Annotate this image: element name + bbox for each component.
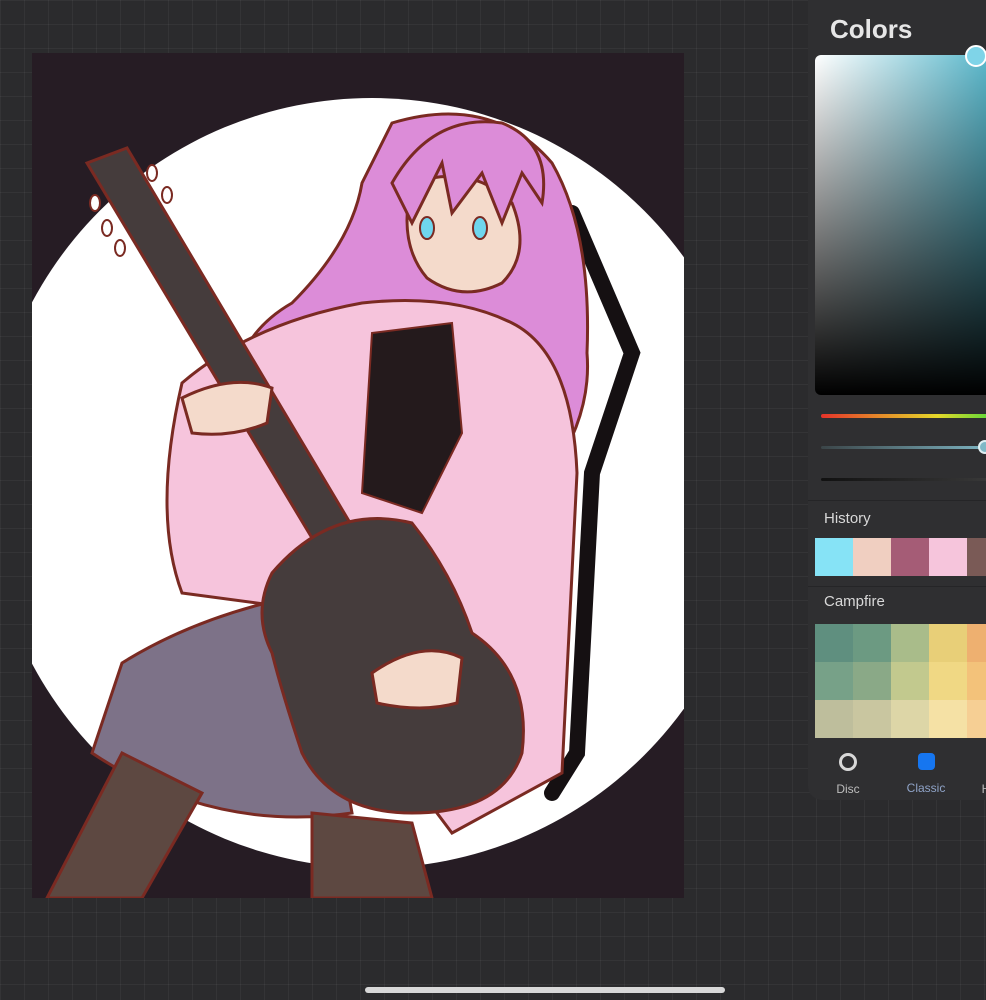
mode-classic[interactable]: Classic bbox=[896, 748, 956, 795]
palette-swatch[interactable] bbox=[853, 624, 891, 662]
history-swatch[interactable] bbox=[929, 538, 967, 576]
palette-swatch[interactable] bbox=[891, 700, 929, 738]
home-indicator[interactable] bbox=[365, 987, 725, 993]
palette-swatch[interactable] bbox=[853, 662, 891, 700]
palette-swatch[interactable] bbox=[815, 662, 853, 700]
right-leg bbox=[310, 811, 434, 898]
left-eye bbox=[419, 216, 435, 240]
palette-swatch[interactable] bbox=[967, 700, 986, 738]
history-swatch[interactable] bbox=[853, 538, 891, 576]
palette-label: Campfire bbox=[824, 593, 885, 610]
hue-slider[interactable] bbox=[821, 414, 986, 418]
mode-label: Disc bbox=[836, 782, 860, 796]
palette-swatch[interactable] bbox=[929, 662, 967, 700]
panel-title: Colors bbox=[830, 14, 913, 44]
palette-swatch[interactable] bbox=[929, 624, 967, 662]
history-swatch[interactable] bbox=[815, 538, 853, 576]
circle-outline-icon bbox=[839, 753, 857, 771]
palette-swatch[interactable] bbox=[891, 662, 929, 700]
palette-swatch[interactable] bbox=[967, 662, 986, 700]
mode-label: Classic bbox=[906, 781, 946, 795]
saturation-brightness-picker[interactable] bbox=[815, 55, 986, 395]
mode-harmony[interactable]: H bbox=[956, 748, 986, 796]
brightness-slider[interactable] bbox=[821, 478, 986, 481]
history-swatch[interactable] bbox=[967, 538, 986, 576]
palette-swatch[interactable] bbox=[929, 700, 967, 738]
right-eye bbox=[472, 216, 488, 240]
history-label: History bbox=[824, 510, 871, 527]
palette-swatch[interactable] bbox=[853, 700, 891, 738]
palette-swatch[interactable] bbox=[815, 700, 853, 738]
artwork bbox=[32, 98, 684, 898]
drawing-canvas[interactable] bbox=[32, 53, 684, 898]
palette-swatch[interactable] bbox=[815, 624, 853, 662]
mode-label: H bbox=[981, 782, 986, 796]
saturation-slider-knob[interactable] bbox=[978, 440, 986, 454]
palette-swatches bbox=[815, 624, 986, 738]
divider bbox=[808, 500, 986, 501]
history-swatch[interactable] bbox=[891, 538, 929, 576]
square-filled-icon bbox=[917, 753, 935, 770]
palette-swatch[interactable] bbox=[967, 624, 986, 662]
divider bbox=[808, 586, 986, 587]
saturation-slider[interactable] bbox=[821, 446, 986, 449]
color-picker-handle[interactable] bbox=[965, 45, 986, 67]
colors-panel: Colors History Campfire Disc Classic H bbox=[808, 0, 986, 800]
mode-disc[interactable]: Disc bbox=[818, 748, 878, 796]
history-swatches bbox=[815, 538, 986, 576]
palette-swatch[interactable] bbox=[891, 624, 929, 662]
